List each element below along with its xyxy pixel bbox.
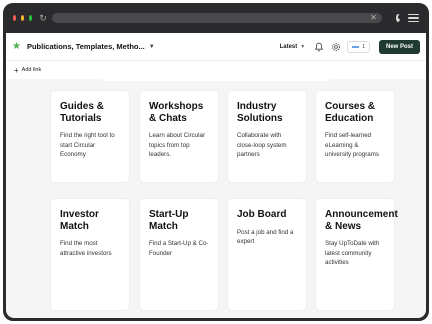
category-card[interactable]: Investor Match Find the most attractive …	[51, 199, 129, 310]
category-card[interactable]: Industry Solutions Collaborate with clos…	[228, 91, 306, 182]
category-card[interactable]: Workshops & Chats Learn about Circular t…	[140, 91, 218, 182]
card-title: Announcement & News	[325, 209, 398, 232]
card-description: Find a Start-Up & Co-Founder	[149, 240, 209, 257]
link-bar: + Add link	[6, 61, 426, 79]
add-link-label: Add link	[21, 67, 42, 73]
card-description: Learn about Circular topics from top lea…	[149, 132, 206, 158]
card-title: Industry Solutions	[237, 101, 283, 124]
card-description: Find the most attractive investors	[60, 240, 112, 257]
category-card[interactable]: Announcement & News Stay UpToDate with l…	[316, 199, 398, 310]
minimize-window-dot[interactable]	[21, 15, 25, 21]
sort-dropdown[interactable]: Latest	[280, 44, 298, 50]
card-description: Find the right tool to start Circular Ec…	[60, 132, 115, 158]
workspace-title[interactable]: Publications, Templates, Metho...	[27, 42, 145, 51]
sort-chevron-icon[interactable]: ▼	[300, 44, 305, 50]
page-content: ★ Publications, Templates, Metho... ▼ La…	[6, 33, 426, 318]
star-icon[interactable]: ★	[12, 41, 21, 52]
hamburger-menu-icon[interactable]	[408, 13, 420, 23]
card-description: Find self-learned eLearning & university…	[325, 132, 379, 158]
category-card[interactable]: Start-Up Match Find a Start-Up & Co-Foun…	[140, 199, 218, 310]
category-card[interactable]: Job Board Post a job and find a expert	[228, 199, 306, 310]
app-header: ★ Publications, Templates, Metho... ▼ La…	[6, 33, 426, 61]
reload-icon[interactable]: ↻	[39, 13, 47, 23]
new-post-button[interactable]: New Post	[378, 39, 420, 54]
card-description: Post a job and find a expert	[237, 228, 294, 246]
card-title: Workshops & Chats	[149, 101, 204, 124]
address-bar[interactable]: ✕	[51, 13, 382, 23]
chevron-down-icon[interactable]: ▼	[149, 44, 155, 50]
browser-window: ↻ ✕ ★ Publications, Templates, Metho... …	[3, 3, 429, 321]
members-indicator	[352, 45, 360, 48]
members-count: 1	[362, 43, 365, 50]
account-icon[interactable]	[395, 14, 403, 22]
card-title: Start-Up Match	[149, 209, 189, 232]
close-window-dot[interactable]	[13, 15, 17, 21]
clear-url-icon[interactable]: ✕	[370, 13, 377, 23]
gear-icon[interactable]	[330, 41, 342, 53]
card-description: Collaborate with close-loop system partn…	[237, 132, 287, 158]
members-widget[interactable]: 1	[347, 40, 370, 53]
card-title: Investor Match	[60, 209, 99, 232]
category-card[interactable]: Courses & Education Find self-learned eL…	[316, 91, 394, 182]
category-card[interactable]: Guides & Tutorials Find the right tool t…	[51, 91, 129, 182]
card-title: Job Board	[237, 209, 287, 220]
card-description: Stay UpToDate with latest community acti…	[325, 240, 380, 266]
plus-icon: +	[14, 65, 19, 75]
content-strip	[101, 78, 331, 81]
maximize-window-dot[interactable]	[29, 15, 33, 21]
browser-titlebar: ↻ ✕	[3, 3, 429, 33]
card-title: Guides & Tutorials	[60, 101, 104, 124]
card-title: Courses & Education	[325, 101, 376, 124]
add-link-button[interactable]: + Add link	[14, 66, 41, 75]
bell-icon[interactable]	[313, 41, 325, 53]
